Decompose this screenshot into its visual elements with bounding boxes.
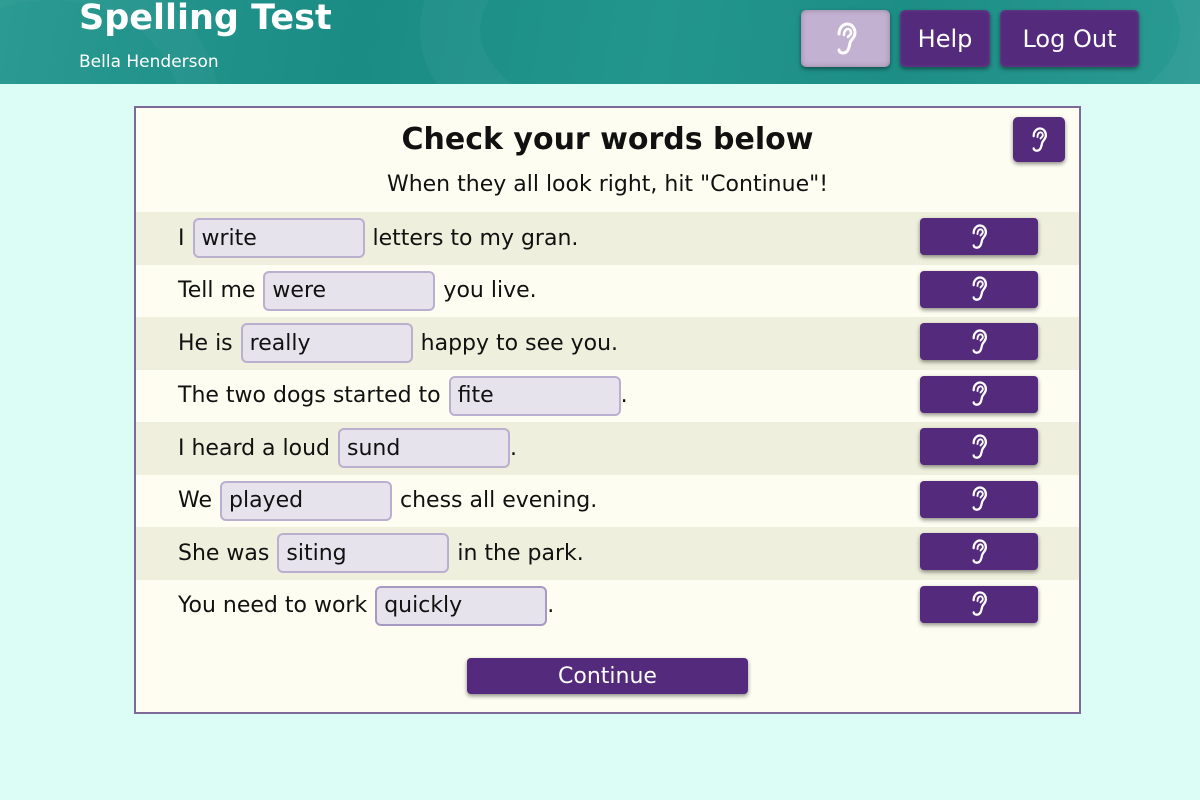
continue-button[interactable]: Continue <box>467 658 748 694</box>
ear-icon <box>837 21 857 55</box>
sentence-text-before: I <box>178 225 185 251</box>
word-list: I letters to my gran. Tell me you live. … <box>136 212 1079 632</box>
panel-instructions: When they all look right, hit "Continue"… <box>386 172 829 197</box>
ear-icon <box>972 328 988 354</box>
ear-icon <box>972 433 988 459</box>
play-instructions-button[interactable] <box>1013 117 1065 162</box>
ear-icon <box>972 591 988 616</box>
sentence-row: We chess all evening. <box>136 475 1079 528</box>
sentence-row: The two dogs started to . <box>136 370 1079 423</box>
play-sentence-button[interactable] <box>920 270 1038 308</box>
sentence-text-after: . <box>620 383 628 409</box>
sentence: You need to work . <box>178 580 554 633</box>
ear-icon <box>972 276 988 301</box>
sentence-text-before: I heard a loud <box>178 435 331 461</box>
play-sentence-button[interactable] <box>920 218 1038 255</box>
play-sentence-button[interactable] <box>920 375 1038 413</box>
play-sentence-button[interactable] <box>920 480 1038 518</box>
check-words-panel: Check your words below When they all loo… <box>134 106 1081 714</box>
word-input[interactable] <box>448 375 621 416</box>
ear-icon <box>972 538 988 564</box>
play-sentence-button[interactable] <box>920 428 1038 465</box>
ear-icon <box>972 223 988 249</box>
sentence-row: Tell me you live. <box>136 265 1079 318</box>
sentence: We chess all evening. <box>178 475 597 528</box>
sentence: Tell me you live. <box>178 265 537 318</box>
sentence: She was in the park. <box>178 527 584 580</box>
app-title: Spelling Test <box>79 0 332 38</box>
sentence-text-before: We <box>178 488 212 514</box>
sentence-row: He is happy to see you. <box>136 317 1079 370</box>
word-input[interactable] <box>338 428 511 469</box>
help-button-label: Help <box>917 24 973 53</box>
sentence-text-after: you live. <box>443 278 537 304</box>
sentence-row: I letters to my gran. <box>136 212 1079 265</box>
audio-toggle-button[interactable] <box>801 10 890 67</box>
sentence-row: I heard a loud . <box>136 422 1079 475</box>
sentence-text-before: The two dogs started to <box>178 383 441 409</box>
logout-button[interactable]: Log Out <box>1000 10 1139 67</box>
ear-icon <box>1032 126 1048 152</box>
play-sentence-button[interactable] <box>920 323 1038 360</box>
sentence-text-before: You need to work <box>178 593 368 619</box>
sentence-row: You need to work . <box>136 580 1079 633</box>
sentence-text-after: . <box>510 435 518 461</box>
sentence: I heard a loud . <box>178 422 517 475</box>
panel-title: Check your words below <box>401 122 814 157</box>
play-sentence-button[interactable] <box>920 585 1038 623</box>
sentence: I letters to my gran. <box>178 212 578 265</box>
sentence-text-after: . <box>547 593 555 619</box>
sentence-text-before: She was <box>178 540 270 566</box>
word-input[interactable] <box>240 323 413 364</box>
ear-icon <box>972 486 988 511</box>
sentence-text-after: in the park. <box>457 540 584 566</box>
sentence: The two dogs started to . <box>178 370 628 423</box>
word-input[interactable] <box>375 585 548 626</box>
word-input[interactable] <box>263 270 436 311</box>
user-name: Bella Henderson <box>79 52 219 72</box>
sentence: He is happy to see you. <box>178 317 618 370</box>
sentence-row: She was in the park. <box>136 527 1079 580</box>
ear-icon <box>972 381 988 406</box>
word-input[interactable] <box>277 533 450 574</box>
sentence-text-before: Tell me <box>178 278 256 304</box>
play-sentence-button[interactable] <box>920 533 1038 570</box>
app-header: Spelling Test Bella Henderson Help Log O… <box>0 0 1200 84</box>
help-button[interactable]: Help <box>900 10 990 67</box>
sentence-text-before: He is <box>178 330 233 356</box>
sentence-text-after: letters to my gran. <box>372 225 579 251</box>
continue-button-label: Continue <box>558 663 657 689</box>
sentence-text-after: happy to see you. <box>420 330 619 356</box>
word-input[interactable] <box>192 218 365 259</box>
word-input[interactable] <box>220 480 392 521</box>
logout-button-label: Log Out <box>1022 24 1117 53</box>
sentence-text-after: chess all evening. <box>400 488 598 514</box>
